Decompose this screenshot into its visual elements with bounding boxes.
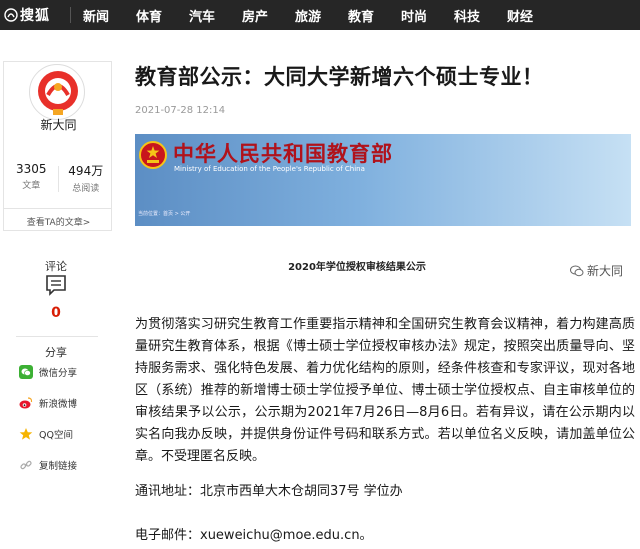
wechat-watermark-icon (569, 265, 584, 276)
view-articles-link[interactable]: 查看TA的文章> (4, 215, 113, 228)
sohu-brand: 搜狐 (20, 8, 50, 24)
stats-divider (58, 166, 59, 192)
weibo-icon (19, 396, 33, 410)
stat-articles: 3305 文章 (4, 162, 59, 194)
article-email: 电子邮件：xueweichu@moe.edu.cn。 (135, 528, 373, 543)
author-avatar[interactable] (29, 64, 85, 120)
article-paragraph: 为贯彻落实习研究生教育工作重要指示精神和全国研究生教育会议精神，着力构建高质量研… (135, 317, 635, 464)
author-logo-icon (38, 71, 78, 115)
share-label: 分享 (45, 346, 67, 359)
share-qzone[interactable]: QQ空间 (19, 426, 73, 442)
card-separator (4, 208, 111, 209)
article-address: 通讯地址：北京市西单大木仓胡同37号 学位办 (135, 484, 403, 499)
watermark-text: 新大同 (586, 264, 623, 278)
author-card: 新大同 3305 文章 494万 总阅读 查看TA的文章> (3, 61, 112, 231)
nav-item-finance[interactable]: 财经 (503, 6, 556, 25)
share-wechat[interactable]: 微信分享 (19, 364, 77, 380)
nav-item-education[interactable]: 教育 (344, 6, 397, 25)
top-nav-bar: 搜狐 新闻 体育 汽车 房产 旅游 教育 时尚 科技 财经 (0, 0, 640, 30)
nav-item-travel[interactable]: 旅游 (291, 6, 344, 25)
qzone-icon (19, 427, 33, 441)
wechat-icon (19, 365, 33, 379)
share-weibo-label: 新浪微博 (39, 399, 78, 410)
comment-label: 评论 (45, 260, 67, 273)
nav-item-news[interactable]: 新闻 (79, 6, 132, 25)
articles-label: 文章 (22, 181, 41, 191)
watermark: 新大同 (569, 262, 623, 279)
share-qzone-label: QQ空间 (39, 430, 73, 441)
stat-reads: 494万 总阅读 (59, 162, 114, 194)
document-image: 2020年学位授权审核结果公示 新大同 (135, 226, 631, 288)
nav-item-auto[interactable]: 汽车 (185, 6, 238, 25)
share-copy-link-label: 复制链接 (39, 461, 78, 472)
banner-breadcrumb: 当前位置：首页 > 公开 (138, 211, 191, 217)
nav-item-tech[interactable]: 科技 (450, 6, 503, 25)
ministry-banner-image: 中华人民共和国教育部 Ministry of Education of the … (135, 134, 631, 226)
article-title: 教育部公示：大同大学新增六个硕士专业！ (135, 65, 544, 89)
national-emblem-icon (139, 141, 167, 169)
comment-count[interactable]: 0 (40, 305, 72, 321)
nav-item-sports[interactable]: 体育 (132, 6, 185, 25)
banner-cn-title: 中华人民共和国教育部 (173, 142, 393, 166)
reads-label: 总阅读 (72, 184, 100, 194)
share-wechat-label: 微信分享 (39, 368, 78, 379)
sidebar-separator (16, 336, 98, 337)
share-copy-link[interactable]: 复制链接 (19, 457, 77, 473)
article-date: 2021-07-28 12:14 (135, 105, 226, 116)
sohu-fox-icon (4, 8, 18, 22)
nav-item-fashion[interactable]: 时尚 (397, 6, 450, 25)
nav-items: 新闻 体育 汽车 房产 旅游 教育 时尚 科技 财经 (79, 0, 556, 30)
articles-count: 3305 (15, 162, 47, 176)
document-title: 2020年学位授权审核结果公示 (288, 262, 426, 273)
sohu-logo[interactable]: 搜狐 (0, 0, 70, 30)
nav-divider (70, 7, 71, 23)
reads-count: 494万 (68, 164, 104, 178)
author-name[interactable]: 新大同 (4, 116, 113, 133)
link-icon (19, 458, 33, 472)
banner-en-title: Ministry of Education of the People's Re… (174, 165, 365, 173)
comment-icon[interactable] (45, 274, 67, 296)
share-weibo[interactable]: 新浪微博 (19, 395, 77, 411)
nav-item-house[interactable]: 房产 (238, 6, 291, 25)
